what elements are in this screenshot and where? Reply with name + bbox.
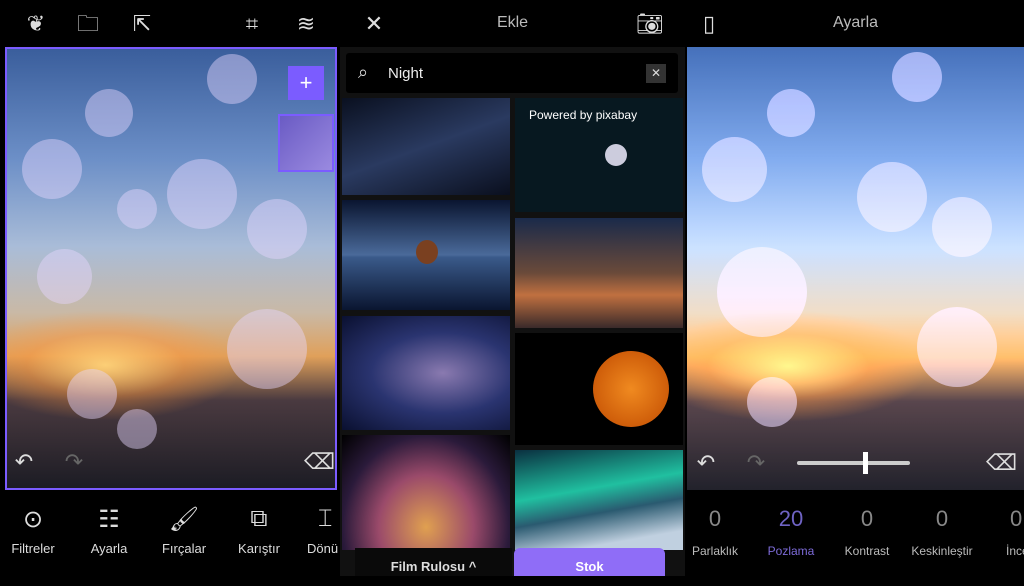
- preview-image: [687, 47, 1024, 490]
- undo-icon[interactable]: ↶: [692, 451, 720, 475]
- redo-icon[interactable]: ↷: [742, 451, 770, 475]
- blend-icon: ⧉: [250, 505, 268, 532]
- sliders-icon: ☷: [98, 506, 120, 533]
- eraser-icon[interactable]: ⌫: [304, 450, 335, 474]
- transform-icon: ⌶: [318, 505, 333, 532]
- tab-stok[interactable]: Stok: [514, 548, 665, 576]
- tool-donustur[interactable]: ⌶ Dönü: [296, 505, 340, 556]
- tool-fircalar[interactable]: 🖌 Fırçalar: [144, 505, 224, 556]
- adjust-keskinlestir[interactable]: 0 Keskinleştir: [902, 506, 982, 558]
- tool-ayarla[interactable]: ☷ Ayarla: [69, 505, 149, 556]
- clear-search-icon[interactable]: ✕: [646, 64, 666, 83]
- slider-handle[interactable]: [862, 452, 868, 474]
- search-icon: ⌕: [358, 62, 369, 82]
- folder-icon[interactable]: 🗀: [74, 12, 102, 36]
- image-result[interactable]: [342, 200, 510, 310]
- tool-karistir[interactable]: ⧉ Karıştır: [219, 505, 299, 556]
- exposure-slider[interactable]: [797, 452, 910, 474]
- panel-title: Ekle: [496, 14, 529, 31]
- undo-icon[interactable]: ↶: [10, 450, 38, 474]
- image-result[interactable]: [342, 435, 510, 550]
- brush-icon: 🖌: [168, 506, 200, 533]
- adjust-pozlama[interactable]: 20 Pozlama: [751, 506, 831, 558]
- adjust-ince[interactable]: 0İnce: [1002, 506, 1024, 558]
- panel-title: Ayarla: [832, 14, 879, 31]
- image-result[interactable]: [342, 98, 510, 195]
- image-result[interactable]: [342, 316, 510, 430]
- add-layer-button[interactable]: +: [288, 66, 324, 100]
- search-input[interactable]: ⌕ Night ✕: [346, 53, 678, 93]
- redo-icon[interactable]: ↷: [60, 450, 88, 474]
- adjust-parlaklik[interactable]: 0 Parlaklık: [675, 506, 755, 558]
- add-panel: ✕ Ekle 📷︎ ⌕ Night ✕ Powered by pixabay F…: [340, 0, 685, 576]
- tool-filtreler[interactable]: ⊙ Filtreler: [0, 505, 73, 556]
- tab-film-rulosu[interactable]: Film Rulosu ^: [355, 548, 512, 576]
- crop-icon[interactable]: ⌗: [238, 12, 266, 36]
- image-result[interactable]: [515, 333, 683, 445]
- layer-thumbnail[interactable]: [278, 114, 334, 172]
- adjust-kontrast[interactable]: 0 Kontrast: [827, 506, 907, 558]
- camera-icon[interactable]: 📷︎: [636, 12, 664, 36]
- powered-by-label: Powered by pixabay: [529, 108, 638, 122]
- layers-icon[interactable]: ≋: [292, 12, 320, 36]
- leaf-logo-icon[interactable]: ❦: [22, 12, 50, 36]
- image-result[interactable]: [515, 450, 683, 550]
- share-icon[interactable]: ⇱: [128, 12, 156, 36]
- image-result[interactable]: [515, 218, 683, 328]
- image-result[interactable]: Powered by pixabay: [515, 98, 683, 212]
- eraser-icon[interactable]: ⌫: [986, 451, 1017, 475]
- filter-icon: ⊙: [22, 506, 44, 533]
